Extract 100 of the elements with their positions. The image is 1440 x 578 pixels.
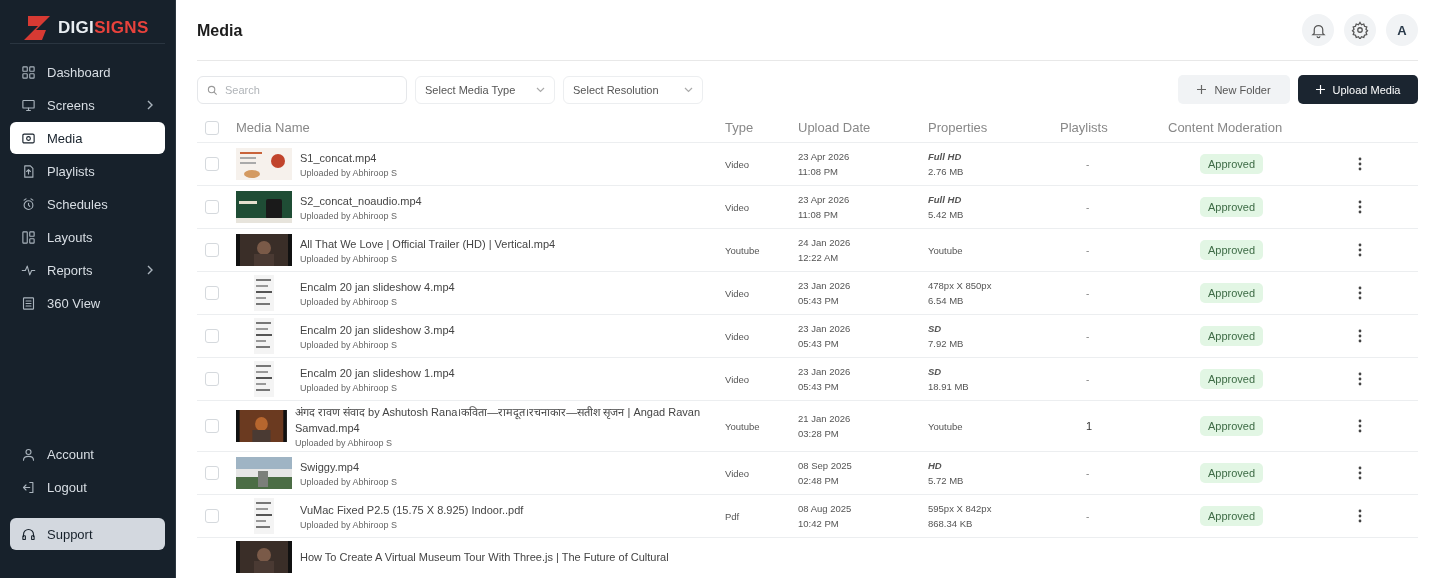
upload-time: 12:22 AM [798,252,840,263]
property-text: 478px X 850px [928,280,993,291]
brand-name: DIGISIGNS [58,17,149,38]
upload-time: 11:08 PM [798,209,839,220]
upload-date: 08 Aug 2025 [798,503,853,514]
type-cell-text: Video [725,330,751,342]
filter-dropdown[interactable]: Select Resolution [563,75,703,104]
filter-dropdown[interactable]: Select Media Type [415,75,555,104]
avatar[interactable]: A [1386,14,1418,46]
logo-icon [22,13,52,42]
more-icon [1358,200,1362,214]
more-icon [1358,509,1362,523]
row-checkbox[interactable] [205,466,219,480]
alarm-clock-icon [21,196,36,212]
status-badge: Approved [1200,463,1264,483]
media-name[interactable]: Swiggy.mp4 [300,459,398,475]
status-badge: Approved [1200,283,1264,303]
media-name[interactable]: S2_concat_noaudio.mp4 [300,193,422,209]
upload-time: 05:43 PM [798,381,840,392]
sidebar-item[interactable]: Layouts [10,221,165,253]
media-name[interactable]: How To Create A Virtual Museum Tour With Three.js | The Future of Cultural [300,549,669,565]
list-icon [21,295,36,311]
chevron-icon [146,265,154,275]
sidebar-item[interactable]: Screens [10,89,165,121]
media-name[interactable]: Encalm 20 jan slideshow 3.mp4 [300,322,455,338]
sidebar-item[interactable]: Reports [10,254,165,286]
resolution-label: Full HD [928,151,963,162]
media-name[interactable]: अंगद रावण संवाद by Ashutosh Rana।कविता—रामदूत।रचनाकार—सतीश सृजन | Angad Ravan Samvad.mp4 [294,404,725,436]
more-icon [1358,286,1362,300]
more-icon [1358,329,1362,343]
support-button[interactable]: Support [10,518,165,550]
document-icon [21,163,36,179]
column-header: Content Moderation [1168,120,1284,135]
upload-time: 03:28 PM [798,428,840,439]
more-icon [1358,243,1362,257]
row-checkbox[interactable] [205,509,219,523]
row-checkbox[interactable] [205,419,219,433]
sidebar-item[interactable]: Dashboard [10,56,165,88]
row-checkbox[interactable] [205,200,219,214]
status-badge: Approved [1200,326,1264,346]
sidebar-item[interactable]: Playlists [10,155,165,187]
grid-icon [21,64,36,80]
uploader-text: Uploaded by Abhiroop S [300,211,399,221]
status-badge: Approved [1200,154,1264,174]
upload-date: 23 Jan 2026 [798,323,852,334]
more-icon [1358,466,1362,480]
new-folder-button[interactable]: New Folder [1178,75,1290,104]
sidebar-item[interactable]: Schedules [10,188,165,220]
column-header: Properties [928,120,989,135]
playlist-count: - [1085,201,1091,213]
select-all-checkbox[interactable] [205,120,219,135]
media-name[interactable]: Encalm 20 jan slideshow 1.mp4 [300,365,455,381]
column-header: Upload Date [798,120,872,135]
upload-date: 23 Jan 2026 [798,280,852,291]
upload-time: 02:48 PM [798,475,840,486]
user-icon [21,446,36,462]
type-cell-text: Video [725,467,751,479]
row-checkbox[interactable] [205,157,219,171]
property-text: 18.91 MB [928,381,970,392]
logout-icon [21,479,36,495]
media-name[interactable]: S1_concat.mp4 [300,150,398,166]
uploader-text: Uploaded by Abhiroop S [300,168,398,178]
upload-date: 24 Jan 2026 [798,237,852,248]
type-cell-text: Youtube [725,420,761,432]
row-checkbox[interactable] [205,329,219,343]
property-text: 6.54 MB [928,295,965,306]
column-header: Playlists [1060,120,1109,135]
type-cell-text: Video [725,158,751,170]
notifications-button[interactable] [1302,14,1334,46]
row-checkbox[interactable] [205,372,219,386]
media-name[interactable]: All That We Love | Official Trailer (HD) | Vertical.mp4 [300,236,556,252]
resolution-label: SD [928,323,943,334]
type-cell-text: Pdf [725,510,741,522]
media-name[interactable]: Encalm 20 jan slideshow 4.mp4 [300,279,455,295]
upload-button[interactable]: Upload Media [1298,75,1418,104]
property-text: Youtube [928,244,964,256]
row-checkbox[interactable] [205,286,219,300]
type-cell-text: Video [725,201,751,213]
type-cell-text: Video [725,287,751,299]
status-badge: Approved [1200,240,1264,260]
playlist-count: - [1085,158,1091,170]
property-text: 5.42 MB [928,209,965,220]
headset-icon [21,526,36,542]
media-icon [21,130,36,146]
sidebar-item[interactable]: Logout [10,471,165,503]
media-name[interactable]: VuMac Fixed P2.5 (15.75 X 8.925) Indoor..pdf [300,502,524,518]
search-field[interactable]: Search [197,75,407,104]
more-icon [1358,157,1362,171]
upload-time: 10:42 PM [798,518,840,529]
sidebar-item[interactable]: 360 View [10,287,165,319]
playlist-count: - [1085,373,1091,385]
sidebar-item[interactable]: Account [10,438,165,470]
uploader-text: Uploaded by Abhiroop S [300,520,399,530]
more-icon [1358,419,1362,433]
sidebar-item[interactable]: Media [10,122,165,154]
property-text: 7.92 MB [928,338,965,349]
row-checkbox[interactable] [205,243,219,257]
property-text: Youtube [928,420,964,432]
monitor-icon [21,97,36,113]
settings-button[interactable] [1344,14,1376,46]
